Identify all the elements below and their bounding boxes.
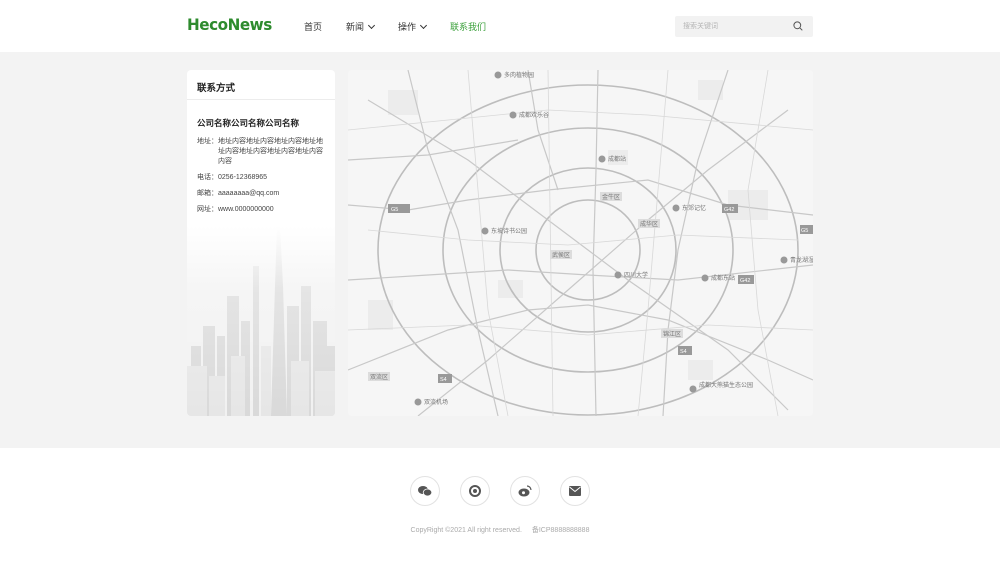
road-label: G42: [724, 207, 734, 213]
website-label: 网址：: [197, 206, 218, 213]
wechat-button[interactable]: [410, 476, 440, 506]
nav-operation-label: 操作: [398, 22, 417, 32]
nav-contact-label: 联系我们: [450, 22, 487, 32]
website-row: 网址： www.0000000000: [197, 205, 335, 215]
chevron-down-icon: [367, 21, 376, 29]
wechat-icon: [418, 486, 432, 497]
nav-home[interactable]: 首页: [304, 20, 322, 33]
email-row: 邮箱： aaaaaaaa@qq.com: [197, 189, 335, 199]
nav-operation[interactable]: 操作: [398, 20, 428, 33]
map-label: 成都站: [608, 155, 626, 163]
chevron-down-icon: [420, 21, 428, 29]
address-label: 地址：: [197, 138, 218, 145]
nav-contact[interactable]: 联系我们: [450, 20, 486, 33]
city-skyline-image: [187, 226, 335, 416]
map-label: 东郊记忆: [682, 204, 706, 212]
contact-card: 联系方式 公司名称公司名称公司名称 地址： 地址内容地址内容地址内容地址地址内容地…: [187, 70, 335, 416]
search-box: [675, 16, 813, 37]
copyright: CopyRight ©2021 All right reserved. 备ICP…: [0, 525, 1000, 535]
search-icon[interactable]: [793, 21, 803, 31]
road-label: G5: [391, 207, 398, 213]
copyright-text: CopyRight ©2021 All right reserved.: [410, 527, 522, 534]
moments-icon: [469, 485, 481, 497]
nav-news[interactable]: 新闻: [346, 20, 376, 33]
mail-button[interactable]: [560, 476, 590, 506]
phone-row: 电话： 0256-12368965: [197, 173, 335, 183]
weibo-icon: [518, 485, 532, 497]
moments-button[interactable]: [460, 476, 490, 506]
mail-icon: [569, 486, 581, 496]
weibo-button[interactable]: [510, 476, 540, 506]
search-input[interactable]: [683, 16, 783, 37]
map-label: 青龙湖湿地: [790, 256, 813, 264]
header: HecoNews 首页 新闻 操作 联系我们: [0, 0, 1000, 52]
main-nav: 首页 新闻 操作 联系我们: [304, 20, 510, 33]
contact-info: 地址： 地址内容地址内容地址内容地址地址内容地址内容地址内容地址内容内容 电话： 0…: [197, 137, 335, 215]
map-label: 四川大学: [624, 271, 648, 279]
phone-value: 0256-12368965: [218, 174, 268, 181]
map-label: 东坡诗书公园: [491, 227, 527, 235]
road-label: G5: [801, 228, 808, 234]
company-name: 公司名称公司名称公司名称: [197, 118, 300, 128]
map-label: 双流区: [370, 373, 388, 381]
icp-text[interactable]: 备ICP8888888888: [532, 527, 590, 534]
map-label: 成华区: [640, 220, 658, 228]
road-label: S4: [440, 377, 447, 383]
website-value: www.0000000000: [218, 206, 274, 213]
map-label: 双流机场: [424, 398, 448, 406]
nav-home-label: 首页: [304, 22, 323, 32]
road-label: S4: [680, 349, 687, 355]
map-label: 武侯区: [552, 251, 570, 259]
map-label: 金牛区: [602, 193, 620, 201]
phone-label: 电话：: [197, 174, 218, 181]
map[interactable]: 多肉植物园 成都欢乐谷 成都站 金牛区 东郊记忆 成华区 东坡诗书公园 武侯区 …: [348, 70, 813, 416]
address-value: 地址内容地址内容地址内容地址地址内容地址内容地址内容地址内容内容: [218, 138, 323, 165]
address-row: 地址： 地址内容地址内容地址内容地址地址内容地址内容地址内容地址内容内容: [197, 137, 335, 167]
map-label: 成都欢乐谷: [519, 111, 549, 119]
map-label: 锦江区: [663, 330, 681, 338]
road-label: G42: [740, 278, 750, 284]
contact-title: 联系方式: [187, 70, 335, 100]
nav-news-label: 新闻: [346, 22, 365, 32]
map-label: 成都东站: [711, 274, 735, 282]
logo[interactable]: HecoNews: [187, 15, 272, 34]
email-label: 邮箱：: [197, 190, 218, 197]
map-label: 多肉植物园: [504, 71, 534, 79]
email-value: aaaaaaaa@qq.com: [218, 190, 280, 197]
map-canvas[interactable]: 多肉植物园 成都欢乐谷 成都站 金牛区 东郊记忆 成华区 东坡诗书公园 武侯区 …: [348, 70, 813, 416]
map-label: 成都大熊猫生态公园: [699, 381, 753, 389]
